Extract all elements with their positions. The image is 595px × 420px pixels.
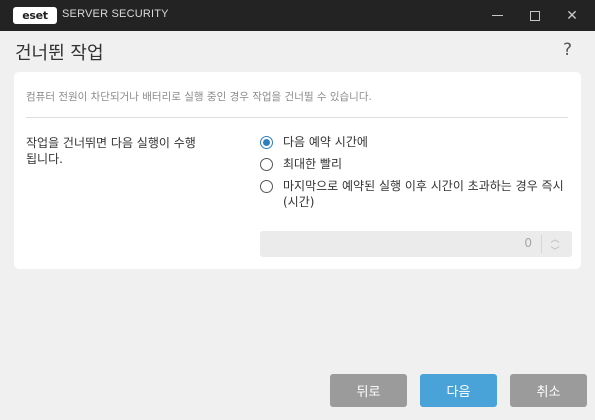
radio-asap[interactable]: 최대한 빨리: [260, 156, 570, 172]
maximize-icon: [530, 10, 540, 21]
radio-label: 마지막으로 예약된 실행 이후 시간이 초과하는 경우 즉시(시간): [283, 179, 564, 209]
hours-stepper[interactable]: 0 ︿ ﹀: [260, 231, 572, 257]
radio-unchecked-icon: [260, 180, 273, 193]
back-button[interactable]: 뒤로: [330, 374, 407, 407]
help-icon[interactable]: ?: [563, 40, 572, 60]
hours-value[interactable]: 0: [524, 236, 532, 250]
cancel-button[interactable]: 취소: [510, 374, 587, 407]
settings-card: 컴퓨터 전원이 차단되거나 배터리로 실행 중인 경우 작업을 건너뛸 수 있습…: [14, 72, 581, 269]
radio-next-scheduled[interactable]: 다음 예약 시간에: [260, 134, 570, 150]
stepper-divider: [541, 235, 542, 253]
radio-label: 최대한 빨리: [283, 157, 343, 171]
eset-logo: eset: [13, 7, 57, 24]
title-bar: eset SERVER SECURITY ✕: [0, 0, 595, 31]
logo-text: eset: [22, 9, 48, 22]
description-text: 컴퓨터 전원이 차단되거나 배터리로 실행 중인 경우 작업을 건너뛸 수 있습…: [26, 91, 372, 103]
radio-immediately-after-time[interactable]: 마지막으로 예약된 실행 이후 시간이 초과하는 경우 즉시(시간): [260, 178, 570, 210]
close-button[interactable]: ✕: [555, 2, 589, 29]
app-name: SERVER SECURITY: [62, 8, 169, 20]
chevron-down-icon[interactable]: ﹀: [548, 245, 562, 257]
divider: [26, 117, 568, 118]
skip-action-radio-group: 다음 예약 시간에 최대한 빨리 마지막으로 예약된 실행 이후 시간이 초과하…: [260, 134, 570, 216]
page-title: 건너뛴 작업: [15, 43, 104, 64]
minimize-icon: [491, 15, 503, 16]
radio-unchecked-icon: [260, 158, 273, 171]
page-header: 건너뛴 작업 ?: [0, 31, 595, 71]
close-icon: ✕: [566, 7, 578, 24]
radio-checked-icon: [260, 136, 273, 149]
question-label: 작업을 건너뛰면 다음 실행이 수행됩니다.: [26, 136, 196, 166]
chevron-up-icon[interactable]: ︿: [548, 233, 562, 245]
radio-label: 다음 예약 시간에: [283, 135, 368, 149]
minimize-button[interactable]: [480, 2, 514, 29]
maximize-button[interactable]: [518, 2, 552, 29]
next-button[interactable]: 다음: [420, 374, 497, 407]
